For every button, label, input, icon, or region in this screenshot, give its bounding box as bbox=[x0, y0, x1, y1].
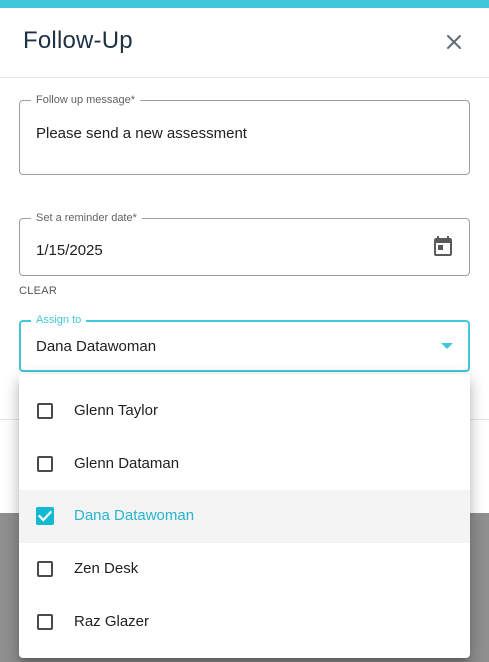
menu-option-zen-desk[interactable]: Zen Desk bbox=[19, 543, 470, 596]
checkbox-unchecked-icon[interactable] bbox=[37, 614, 53, 630]
calendar-icon bbox=[434, 236, 452, 256]
reminder-date-value[interactable]: 1/15/2025 bbox=[36, 242, 103, 259]
menu-option-glenn-taylor[interactable]: Glenn Taylor bbox=[19, 385, 470, 438]
checkbox-unchecked-icon[interactable] bbox=[37, 561, 53, 577]
menu-option-label: Glenn Dataman bbox=[74, 455, 180, 472]
menu-option-label: Dana Datawoman bbox=[74, 507, 195, 524]
close-icon bbox=[447, 35, 461, 49]
menu-option-raz-glazer[interactable]: Raz Glazer bbox=[19, 596, 470, 649]
checkbox-unchecked-icon[interactable] bbox=[37, 403, 53, 419]
dialog-title: Follow-Up bbox=[23, 27, 133, 54]
reminder-date-field[interactable]: Set a reminder date* 1/15/2025 bbox=[19, 212, 470, 276]
assign-to-value[interactable]: Dana Datawoman bbox=[36, 338, 156, 355]
clear-date-button[interactable]: CLEAR bbox=[19, 285, 57, 297]
assign-to-select[interactable]: Assign to Dana Datawoman bbox=[19, 314, 470, 372]
dropdown-arrow-icon[interactable] bbox=[441, 343, 453, 349]
assign-to-label: Assign to bbox=[31, 314, 87, 327]
follow-up-message-value[interactable]: Please send a new assessment bbox=[36, 125, 247, 142]
menu-option-label: Zen Desk bbox=[74, 560, 139, 577]
reminder-date-label: Set a reminder date* bbox=[31, 212, 142, 225]
calendar-button[interactable] bbox=[431, 234, 455, 258]
close-button[interactable] bbox=[440, 28, 468, 56]
follow-up-message-field[interactable]: Follow up message* Please send a new ass… bbox=[19, 94, 470, 175]
header-divider bbox=[0, 77, 489, 78]
menu-option-label: Raz Glazer bbox=[74, 613, 150, 630]
checkbox-checked-icon[interactable] bbox=[36, 507, 54, 525]
follow-up-message-label: Follow up message* bbox=[31, 94, 141, 107]
dialog-accent-bar bbox=[0, 0, 489, 8]
menu-option-label: Glenn Taylor bbox=[74, 402, 158, 419]
assignee-dropdown-menu: Glenn Taylor Glenn Dataman Dana Datawoma… bbox=[19, 374, 470, 658]
checkbox-unchecked-icon[interactable] bbox=[37, 456, 53, 472]
menu-option-glenn-dataman[interactable]: Glenn Dataman bbox=[19, 438, 470, 491]
menu-option-dana-datawoman[interactable]: Dana Datawoman bbox=[19, 490, 470, 543]
